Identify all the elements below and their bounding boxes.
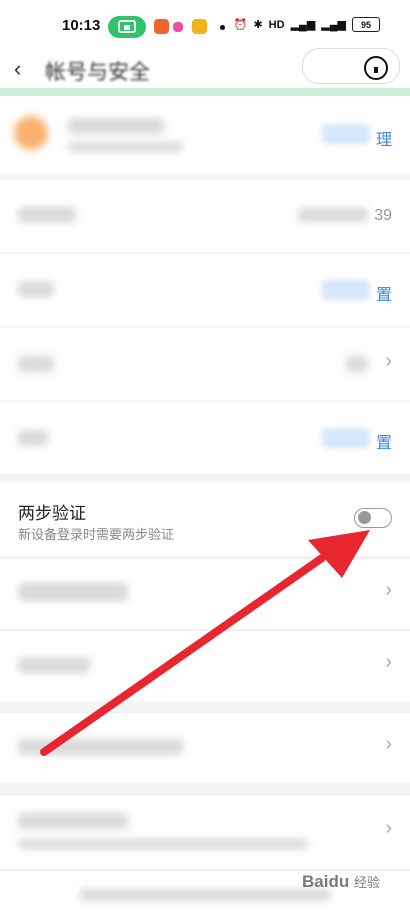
blurred-value xyxy=(346,356,368,372)
avatar xyxy=(14,116,48,150)
back-arrow-icon[interactable]: ‹ xyxy=(14,56,21,82)
status-time: 10:13 xyxy=(62,17,101,34)
blurred-label xyxy=(18,739,183,755)
status-bar: 10:13 ⏰ ✱ HD ▂▄▆ ▂▄▆ 95 xyxy=(0,0,410,54)
toggle-knob xyxy=(358,511,371,524)
blurred-label xyxy=(18,356,54,372)
page-header: ‹ 帐号与安全 xyxy=(0,48,410,92)
row-value: 39 xyxy=(374,207,392,224)
blurred-name xyxy=(68,118,164,134)
blurred-action xyxy=(322,428,370,448)
bluetooth-icon: ✱ xyxy=(253,19,263,31)
app-notification-icon xyxy=(154,19,169,34)
list-item[interactable]: › xyxy=(0,794,410,869)
blurred-id xyxy=(68,142,183,152)
two-step-verification-row: 两步验证 新设备登录时需要两步验证 xyxy=(0,482,410,556)
two-step-subtitle: 新设备登录时需要两步验证 xyxy=(18,527,175,542)
chevron-right-icon: › xyxy=(385,350,392,372)
page-title: 帐号与安全 xyxy=(45,61,150,84)
blurred-value xyxy=(298,208,368,222)
watermark-text: Baidu xyxy=(302,872,350,891)
blurred-label xyxy=(18,813,128,829)
screen-cast-icon xyxy=(108,16,146,38)
chevron-right-icon: › xyxy=(385,733,392,755)
blurred-subtitle xyxy=(18,839,308,849)
two-step-toggle[interactable] xyxy=(354,508,392,528)
account-info-row[interactable]: 39 xyxy=(0,180,410,252)
battery-icon: 95 xyxy=(352,17,380,32)
account-profile-row[interactable]: 理 xyxy=(0,96,410,174)
blurred-label xyxy=(18,207,76,223)
help-icon[interactable] xyxy=(364,56,388,80)
manage-link[interactable]: 理 xyxy=(376,126,392,150)
blurred-label xyxy=(18,281,54,297)
blurred-footer xyxy=(80,889,330,901)
signal-icon: ▂▄▆ xyxy=(290,19,316,31)
chevron-right-icon: › xyxy=(385,579,392,601)
list-item[interactable]: › xyxy=(0,630,410,701)
blurred-action xyxy=(322,280,370,300)
app-notification-icon-2 xyxy=(192,19,207,34)
list-item[interactable]: › xyxy=(0,712,410,783)
list-item[interactable]: › xyxy=(0,558,410,629)
setting-link-2[interactable]: 置 xyxy=(376,429,392,453)
video-app-icon xyxy=(173,22,183,32)
status-icons: ⏰ ✱ HD ▂▄▆ ▂▄▆ 95 xyxy=(234,17,380,32)
account-nav-row[interactable]: › xyxy=(0,328,410,400)
baidu-watermark: Baidu 经验 xyxy=(302,872,380,892)
watermark-sub: 经验 xyxy=(353,875,380,890)
chevron-right-icon: › xyxy=(385,651,392,673)
setting-link[interactable]: 置 xyxy=(376,281,392,305)
blurred-label xyxy=(18,657,90,673)
alarm-icon: ⏰ xyxy=(233,19,248,31)
blurred-label xyxy=(18,583,128,601)
header-accent-stripe xyxy=(0,88,410,96)
more-notifications-dot xyxy=(220,25,225,30)
account-setting-row[interactable]: 置 xyxy=(0,254,410,326)
chevron-right-icon: › xyxy=(385,817,392,839)
two-step-title: 两步验证 xyxy=(18,504,86,523)
blurred-label xyxy=(18,430,48,446)
account-setting-row-2[interactable]: 置 xyxy=(0,402,410,474)
signal-icon-2: ▂▄▆ xyxy=(321,19,346,31)
blurred-action xyxy=(322,124,370,144)
hd-icon: HD xyxy=(268,18,285,31)
